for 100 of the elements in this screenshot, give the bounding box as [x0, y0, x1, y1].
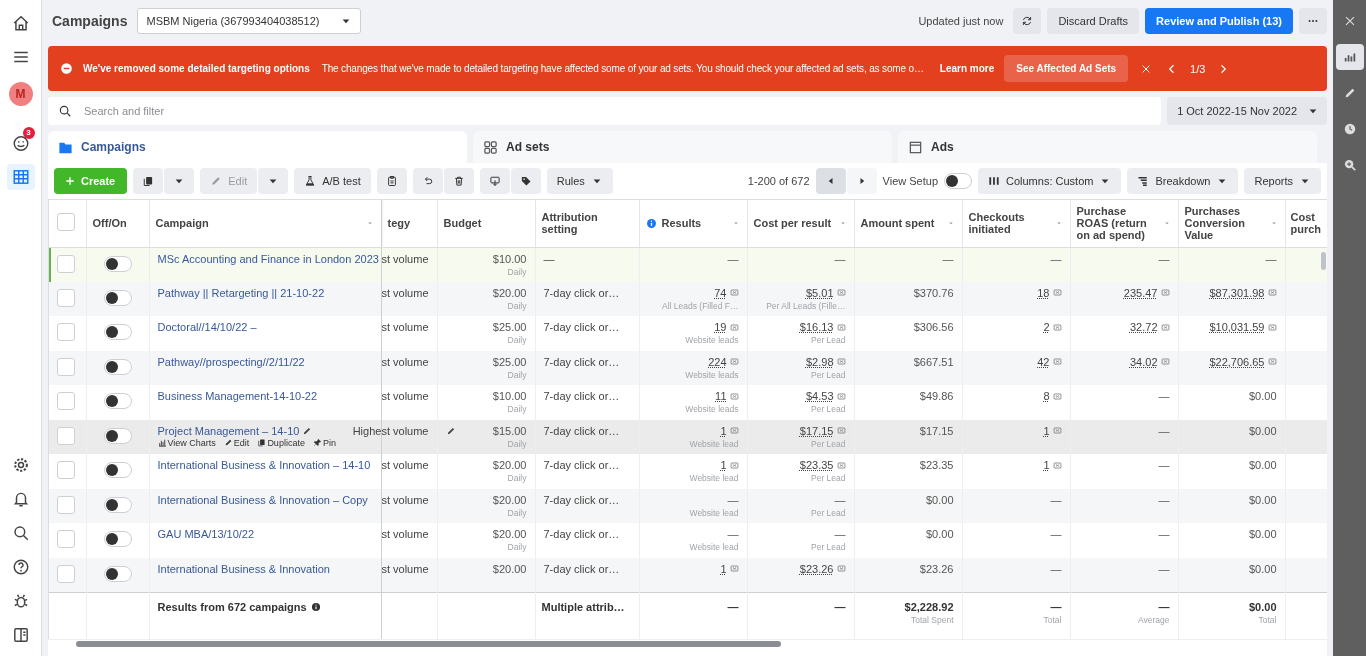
columns-dropdown[interactable]: Columns: Custom: [978, 168, 1122, 194]
rules-dropdown[interactable]: Rules: [546, 168, 613, 194]
publish-button[interactable]: Review and Publish (13): [1145, 8, 1293, 34]
vertical-scrollbar[interactable]: [1321, 252, 1326, 270]
on-off-toggle[interactable]: [103, 496, 132, 513]
on-off-toggle[interactable]: [103, 427, 132, 444]
metric-value[interactable]: 2: [1043, 321, 1050, 333]
column-header[interactable]: Attribution setting: [541, 211, 633, 236]
compare-icon[interactable]: [1052, 357, 1062, 366]
row-checkbox[interactable]: [57, 357, 75, 376]
campaign-link[interactable]: Doctoral//14/10/22 –: [157, 321, 257, 333]
metric-value[interactable]: 235.47: [1123, 286, 1158, 299]
table-row[interactable]: Pathway || Retargeting || 21-10-22 st volume $20.00 Daily 7-day click or… 74 All Leads (Filled F… $5.01 Per All Leads (Fille… $370.76 18 235.47 $87,301.98: [49, 281, 1327, 316]
duplicate-button[interactable]: [133, 168, 164, 194]
delete-button[interactable]: [443, 168, 474, 194]
metric-value[interactable]: $87,301.98: [1209, 286, 1265, 299]
compare-icon[interactable]: [1052, 426, 1062, 435]
refresh-button[interactable]: [1013, 8, 1042, 34]
table-row[interactable]: Pathway//prospecting//2/11/22 st volume $25.00 Daily 7-day click or… 224 Website leads $2.98 Per Lead $667.51 42 34.02 $22,706.65: [49, 350, 1327, 385]
tab[interactable]: Ads: [898, 131, 1317, 163]
on-off-toggle[interactable]: [103, 255, 132, 272]
metric-value[interactable]: $10,031.59: [1209, 321, 1265, 333]
campaign-link[interactable]: MSc Accounting and Finance in London 2023: [157, 252, 379, 265]
compare-icon[interactable]: [836, 564, 846, 573]
metric-value[interactable]: $16.13: [799, 321, 834, 333]
dropdown-button[interactable]: [258, 168, 289, 194]
smiley-button[interactable]: 3: [6, 130, 35, 156]
compare-icon[interactable]: [729, 391, 739, 401]
metric-value[interactable]: $22,706.65: [1209, 355, 1265, 368]
compare-icon[interactable]: [1267, 357, 1277, 366]
clipboard-button[interactable]: [376, 168, 407, 194]
metric-value[interactable]: 34.02: [1129, 355, 1158, 368]
column-header[interactable]: Results: [661, 217, 726, 230]
compare-icon[interactable]: [729, 564, 739, 573]
table-row[interactable]: International Business & Innovation st volume $20.00 7-day click or… 1 $23.26 $23.26 — — $0.00: [49, 557, 1327, 592]
info-icon[interactable]: [310, 601, 321, 612]
discard-button[interactable]: Discard Drafts: [1047, 8, 1140, 34]
column-header[interactable]: Amount spent: [860, 217, 941, 230]
on-off-toggle[interactable]: [103, 565, 132, 582]
date-range-dropdown[interactable]: 1 Oct 2022-15 Nov 2022: [1167, 97, 1327, 125]
bar-chart-button[interactable]: [1335, 44, 1364, 70]
on-off-toggle[interactable]: [103, 358, 132, 375]
table-button[interactable]: [6, 164, 35, 190]
compare-icon[interactable]: [836, 288, 846, 297]
metric-value[interactable]: 1: [1043, 459, 1050, 471]
row-checkbox[interactable]: [57, 461, 75, 480]
row-checkbox[interactable]: [57, 495, 75, 514]
metric-value[interactable]: 19: [714, 321, 727, 333]
search-field[interactable]: Search and filter: [48, 97, 1162, 125]
breakdown-dropdown[interactable]: Breakdown: [1127, 168, 1239, 194]
row-checkbox[interactable]: [57, 392, 75, 411]
column-header[interactable]: Cost purch: [1290, 211, 1327, 236]
column-header[interactable]: Purchase ROAS (return on ad spend): [1076, 205, 1157, 242]
compare-icon[interactable]: [836, 460, 846, 470]
compare-icon[interactable]: [1052, 391, 1062, 401]
compare-icon[interactable]: [1052, 322, 1062, 332]
table-row[interactable]: MSc Accounting and Finance in London 2023 st volume $10.00 Daily — — — — — — —: [49, 247, 1327, 282]
metric-value[interactable]: 224: [708, 355, 727, 368]
campaign-link[interactable]: Project Management – 14-10: [157, 424, 300, 437]
metric-value[interactable]: 18: [1037, 286, 1050, 299]
on-off-toggle[interactable]: [103, 531, 132, 548]
learn-more-link[interactable]: Learn more: [939, 63, 995, 74]
compare-icon[interactable]: [1160, 322, 1170, 332]
column-header[interactable]: Campaign: [155, 217, 360, 230]
row-checkbox[interactable]: [57, 323, 75, 342]
compare-icon[interactable]: [1160, 288, 1170, 297]
compare-icon[interactable]: [729, 288, 739, 297]
campaign-link[interactable]: International Business & Innovation: [157, 562, 330, 575]
select-all-checkbox[interactable]: [57, 213, 75, 232]
table-row[interactable]: International Business & Innovation – Copy st volume $20.00 Daily 7-day click or… — Website lead — Per Lead $0.00 — — $0.00: [49, 488, 1327, 523]
compare-icon[interactable]: [836, 426, 846, 435]
compare-icon[interactable]: [729, 426, 739, 435]
compare-icon[interactable]: [1052, 460, 1062, 470]
table-row[interactable]: GAU MBA/13/10/22 st volume $20.00 Daily 7-day click or… — Website lead — Per Lead $0.00 — — $0.00: [49, 523, 1327, 558]
metric-value[interactable]: $4.53: [805, 390, 834, 402]
row-checkbox[interactable]: [57, 564, 75, 583]
column-header[interactable]: Purchases Conversion Value: [1184, 205, 1264, 242]
compare-icon[interactable]: [729, 322, 739, 332]
metric-value[interactable]: $17.15: [799, 424, 834, 437]
export-button[interactable]: [479, 168, 510, 194]
column-header[interactable]: Budget: [443, 217, 529, 230]
table-row[interactable]: International Business & Innovation – 14-10 st volume $20.00 Daily 7-day click or… 1 Website lead $23.35 Per Lead $23.35 1 — $0.00: [49, 454, 1327, 489]
compare-icon[interactable]: [836, 357, 846, 366]
compare-icon[interactable]: [729, 460, 739, 470]
metric-value[interactable]: 1: [720, 459, 727, 471]
on-off-toggle[interactable]: [103, 289, 132, 306]
row-action-link[interactable]: View Charts: [157, 437, 216, 448]
more-button[interactable]: [1299, 8, 1327, 34]
column-header[interactable]: Cost per result: [753, 217, 833, 230]
metric-value[interactable]: 1: [1043, 424, 1050, 437]
column-header[interactable]: tegy: [387, 217, 431, 230]
row-action-link[interactable]: Edit: [223, 437, 250, 448]
tab[interactable]: Ad sets: [473, 131, 892, 163]
next-page-button[interactable]: [846, 168, 877, 194]
campaign-link[interactable]: Pathway//prospecting//2/11/22: [157, 355, 305, 368]
row-checkbox[interactable]: [57, 288, 75, 307]
table-row[interactable]: Doctoral//14/10/22 – st volume $25.00 Daily 7-day click or… 19 Website leads $16.13 Per Lead $306.56 2 32.72 $10,031.59: [49, 316, 1327, 351]
pencil-icon[interactable]: [445, 425, 456, 436]
metric-value[interactable]: 32.72: [1129, 321, 1158, 333]
campaign-link[interactable]: GAU MBA/13/10/22: [157, 528, 255, 540]
